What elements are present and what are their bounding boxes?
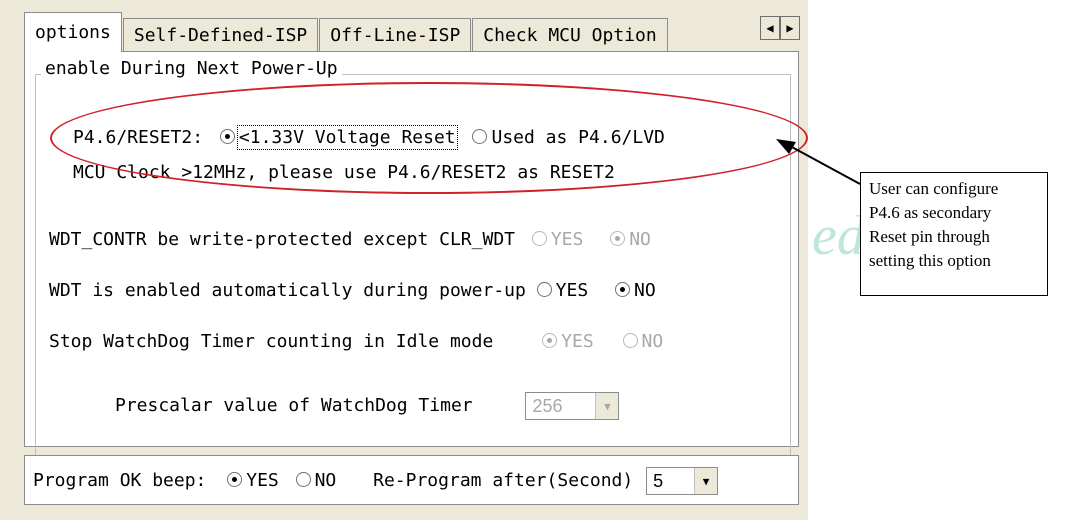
chevron-down-icon: ▼ — [595, 393, 619, 419]
wdt-idle-no-label: NO — [641, 331, 664, 352]
prescalar-label: Prescalar value of WatchDog Timer — [115, 395, 473, 416]
wdt-auto-yes-radio[interactable] — [536, 282, 552, 297]
wdt-protect-row: WDT_CONTR be write-protected except CLR_… — [49, 229, 651, 250]
beep-no-label[interactable]: NO — [315, 470, 337, 491]
wdt-protect-no-radio[interactable] — [610, 231, 626, 246]
wdt-protect-no-label: NO — [629, 229, 651, 250]
group-title: enable During Next Power-Up — [41, 58, 342, 79]
tab-scroll-right-button[interactable]: ▶ — [780, 16, 800, 40]
prescalar-row: Prescalar value of WatchDog Timer 256 ▼ — [115, 392, 620, 420]
watermark: ed — [812, 205, 865, 267]
arrow-right-icon: ▶ — [786, 21, 794, 35]
wdt-auto-no-label[interactable]: NO — [634, 280, 656, 301]
beep-no-radio[interactable] — [295, 472, 311, 487]
prescalar-value: 256 — [532, 395, 563, 416]
tab-scroll-left-button[interactable]: ◀ — [760, 16, 780, 40]
wdt-protect-label: WDT_CONTR be write-protected except CLR_… — [49, 229, 515, 250]
callout-line: Reset pin through — [869, 227, 990, 246]
wdt-idle-no-radio[interactable] — [622, 333, 638, 348]
tab-check-mcu-option[interactable]: Check MCU Option — [472, 18, 668, 52]
wdt-idle-label: Stop WatchDog Timer counting in Idle mod… — [49, 331, 494, 352]
callout-box: User can configure P4.6 as secondary Res… — [860, 172, 1048, 296]
chevron-down-icon: ▼ — [694, 468, 718, 494]
beep-yes-radio[interactable] — [227, 472, 243, 487]
wdt-idle-yes-radio[interactable] — [542, 333, 558, 348]
wdt-idle-row: Stop WatchDog Timer counting in Idle mod… — [49, 331, 663, 352]
wdt-auto-yes-label[interactable]: YES — [556, 280, 589, 301]
reprogram-label: Re-Program after(Second) — [373, 470, 634, 491]
callout-line: setting this option — [869, 251, 991, 270]
bottom-bar: Program OK beep: YES NO Re-Program after… — [24, 455, 799, 505]
beep-yes-label[interactable]: YES — [246, 470, 279, 491]
wdt-auto-no-radio[interactable] — [615, 282, 631, 297]
reprogram-select[interactable]: 5 ▼ — [646, 467, 719, 495]
wdt-protect-yes-label: YES — [550, 229, 584, 250]
wdt-auto-label: WDT is enabled automatically during powe… — [49, 280, 526, 301]
callout-line: P4.6 as secondary — [869, 203, 992, 222]
tab-scroll-buttons: ◀ ▶ — [760, 16, 800, 40]
tab-off-line-isp[interactable]: Off-Line-ISP — [319, 18, 472, 52]
prescalar-select[interactable]: 256 ▼ — [525, 392, 620, 420]
stc-isp-window: options Self-Defined-ISP Off-Line-ISP Ch… — [0, 0, 808, 520]
tab-self-defined-isp[interactable]: Self-Defined-ISP — [122, 18, 319, 52]
wdt-auto-row: WDT is enabled automatically during powe… — [49, 280, 656, 301]
highlight-ellipse — [50, 82, 808, 194]
callout-line: User can configure — [869, 179, 999, 198]
beep-row: Program OK beep: YES NO Re-Program after… — [33, 467, 719, 495]
wdt-protect-yes-radio[interactable] — [531, 231, 547, 246]
wdt-idle-yes-label: YES — [561, 331, 594, 352]
tab-options[interactable]: options — [24, 12, 122, 52]
arrow-left-icon: ◀ — [766, 21, 774, 35]
beep-label: Program OK beep: — [33, 470, 207, 491]
reprogram-value: 5 — [653, 470, 664, 491]
tab-strip: options Self-Defined-ISP Off-Line-ISP Ch… — [24, 12, 669, 52]
